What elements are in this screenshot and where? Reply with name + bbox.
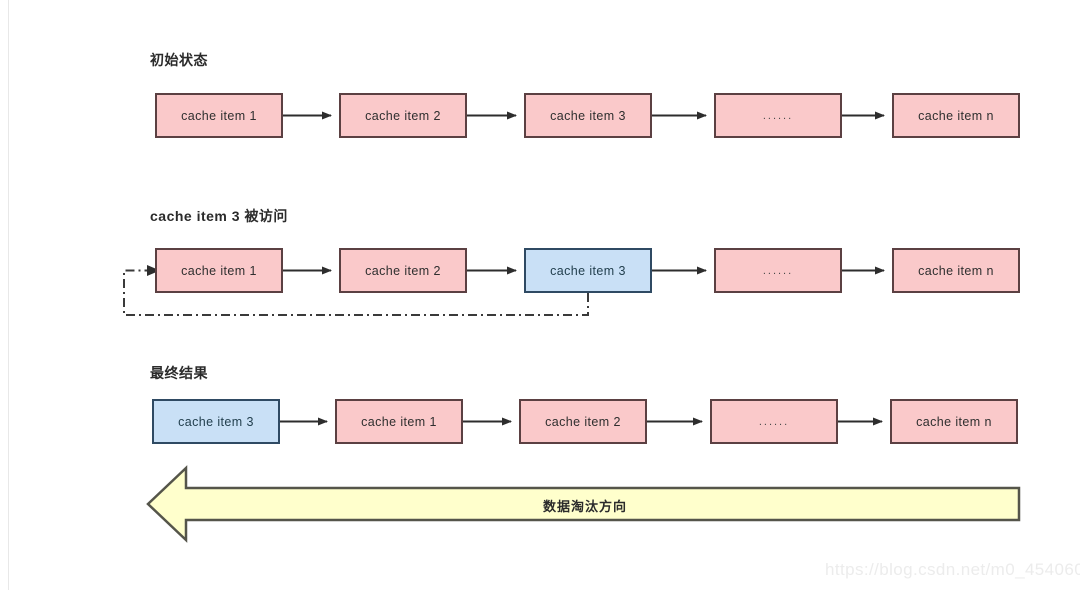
cache-node[interactable]: cache item n xyxy=(890,399,1018,444)
cache-node[interactable]: cache item 2 xyxy=(339,248,467,293)
cache-node-ellipsis[interactable]: ...... xyxy=(714,93,842,138)
cache-node[interactable]: cache item 3 xyxy=(524,93,652,138)
page-left-rule xyxy=(8,0,9,590)
cache-node[interactable]: cache item 2 xyxy=(519,399,647,444)
cache-node-ellipsis[interactable]: ...... xyxy=(710,399,838,444)
section-title-accessed: cache item 3 被访问 xyxy=(150,208,288,224)
cache-node-ellipsis[interactable]: ...... xyxy=(714,248,842,293)
section-title-initial: 初始状态 xyxy=(150,52,208,68)
cache-node[interactable]: cache item 2 xyxy=(339,93,467,138)
cache-node[interactable]: cache item 1 xyxy=(155,248,283,293)
cache-node[interactable]: cache item 1 xyxy=(335,399,463,444)
section-title-final: 最终结果 xyxy=(150,365,208,381)
connector-layer xyxy=(123,111,1021,543)
diagram-canvas: 初始状态 cache item 3 被访问 最终结果 cache item 1 … xyxy=(0,0,1080,590)
cache-node[interactable]: cache item 1 xyxy=(155,93,283,138)
cache-node[interactable]: cache item n xyxy=(892,248,1020,293)
cache-node-highlighted[interactable]: cache item 3 xyxy=(152,399,280,444)
cache-node[interactable]: cache item n xyxy=(892,93,1020,138)
watermark-text: https://blog.csdn.net/m0_45406092 xyxy=(825,560,1080,579)
cache-node-highlighted[interactable]: cache item 3 xyxy=(524,248,652,293)
eviction-direction-label: 数据淘汰方向 xyxy=(542,499,628,514)
